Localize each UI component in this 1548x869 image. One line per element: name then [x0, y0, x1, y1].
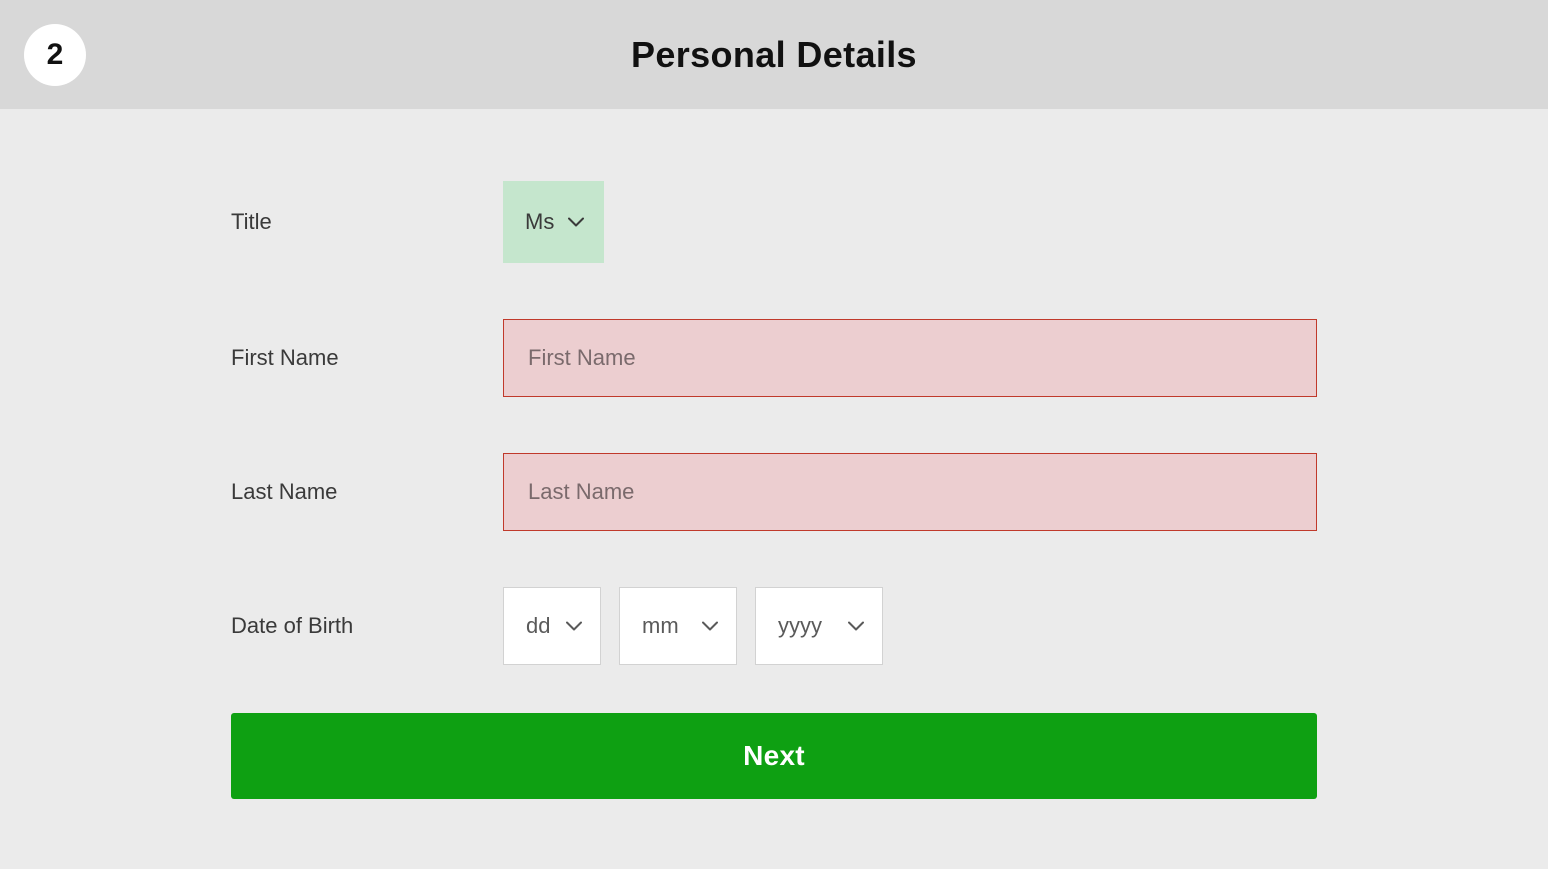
- control-title: Ms: [503, 181, 1317, 263]
- row-last-name: Last Name: [231, 453, 1317, 531]
- chevron-down-icon: [848, 621, 864, 631]
- step-number-badge: 2: [24, 24, 86, 86]
- row-first-name: First Name: [231, 319, 1317, 397]
- form-inner: Title Ms First Name Last Name: [231, 181, 1317, 799]
- dob-month-value: mm: [642, 613, 679, 639]
- control-dob: dd mm yyyy: [503, 587, 1317, 665]
- section-header: 2 Personal Details: [0, 1, 1548, 109]
- label-dob: Date of Birth: [231, 613, 503, 639]
- dob-group: dd mm yyyy: [503, 587, 1317, 665]
- chevron-down-icon: [702, 621, 718, 631]
- row-dob: Date of Birth dd mm: [231, 587, 1317, 665]
- label-title: Title: [231, 209, 503, 235]
- control-last-name: [503, 453, 1317, 531]
- title-select-value: Ms: [525, 209, 554, 235]
- control-first-name: [503, 319, 1317, 397]
- dob-year-select[interactable]: yyyy: [755, 587, 883, 665]
- dob-year-value: yyyy: [778, 613, 822, 639]
- chevron-down-icon: [568, 217, 584, 227]
- dob-month-select[interactable]: mm: [619, 587, 737, 665]
- step-number: 2: [47, 38, 64, 72]
- chevron-down-icon: [566, 621, 582, 631]
- next-button[interactable]: Next: [231, 713, 1317, 799]
- form-area: Title Ms First Name Last Name: [0, 109, 1548, 869]
- section-title: Personal Details: [631, 34, 917, 76]
- label-last-name: Last Name: [231, 479, 503, 505]
- personal-details-section: 2 Personal Details Title Ms First Name: [0, 0, 1548, 869]
- label-first-name: First Name: [231, 345, 503, 371]
- title-select[interactable]: Ms: [503, 181, 604, 263]
- last-name-field[interactable]: [503, 453, 1317, 531]
- first-name-field[interactable]: [503, 319, 1317, 397]
- dob-day-value: dd: [526, 613, 550, 639]
- row-title: Title Ms: [231, 181, 1317, 263]
- dob-day-select[interactable]: dd: [503, 587, 601, 665]
